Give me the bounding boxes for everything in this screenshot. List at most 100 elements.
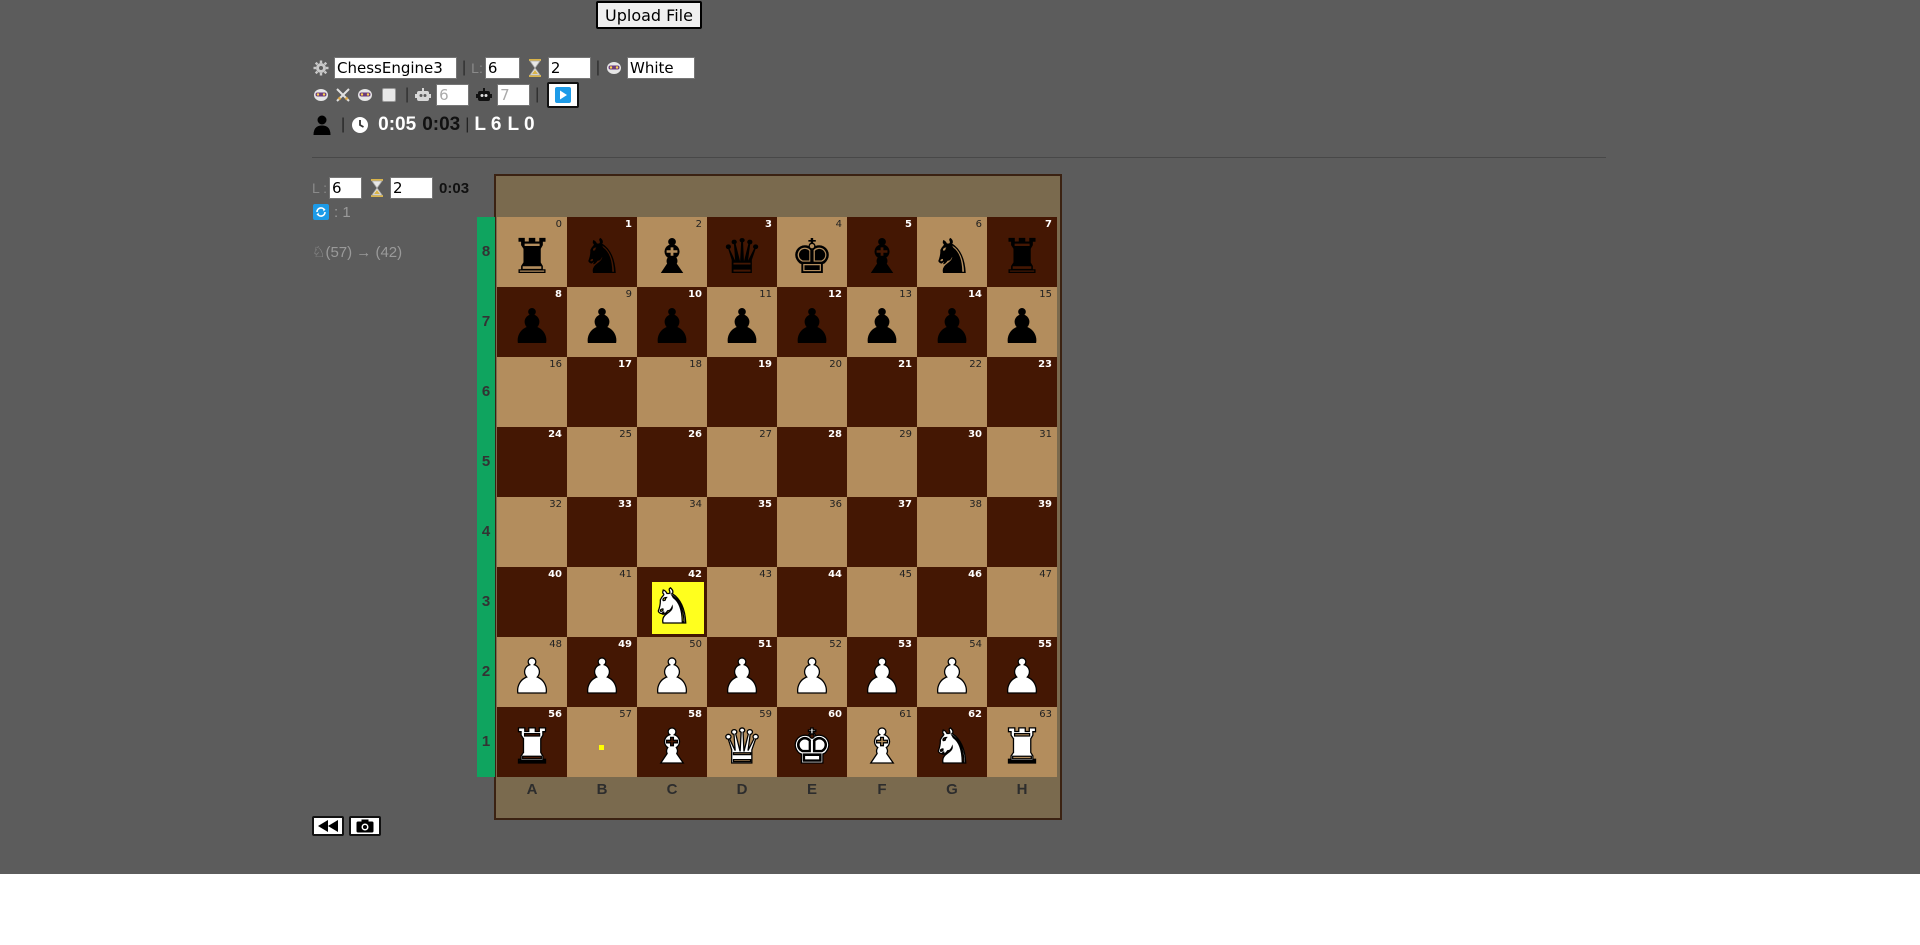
- board-square[interactable]: 45: [847, 567, 917, 637]
- board-square[interactable]: 37: [847, 497, 917, 567]
- screenshot-button[interactable]: [349, 816, 381, 836]
- robot-face-icon[interactable]: [356, 86, 374, 104]
- board-square[interactable]: 40: [497, 567, 567, 637]
- chess-piece[interactable]: ♜: [497, 719, 567, 775]
- chess-piece[interactable]: ♜: [987, 719, 1057, 775]
- board-square[interactable]: 7 ♜: [987, 217, 1057, 287]
- board-square[interactable]: 13 ♟: [847, 287, 917, 357]
- board-square[interactable]: 42 ♞: [637, 567, 707, 637]
- chess-piece[interactable]: ♞: [917, 719, 987, 775]
- board-square[interactable]: 8 ♟: [497, 287, 567, 357]
- board-square[interactable]: 50 ♟: [637, 637, 707, 707]
- chess-piece[interactable]: ♛: [707, 229, 777, 285]
- board-square[interactable]: 53 ♟: [847, 637, 917, 707]
- board-square[interactable]: 32: [497, 497, 567, 567]
- board-square[interactable]: 51 ♟: [707, 637, 777, 707]
- robot-level-input-1[interactable]: [436, 84, 470, 106]
- board-square[interactable]: 54 ♟: [917, 637, 987, 707]
- chess-piece[interactable]: ♟: [567, 299, 637, 355]
- board-square[interactable]: 19: [707, 357, 777, 427]
- chess-piece[interactable]: ♟: [567, 649, 637, 705]
- gear-icon[interactable]: [312, 59, 330, 77]
- board-square[interactable]: 55 ♟: [987, 637, 1057, 707]
- chess-piece[interactable]: ♞: [637, 579, 707, 635]
- board-square[interactable]: 26: [637, 427, 707, 497]
- board-square[interactable]: 44: [777, 567, 847, 637]
- chess-piece[interactable]: ♟: [917, 649, 987, 705]
- board-square[interactable]: 14 ♟: [917, 287, 987, 357]
- chess-piece[interactable]: ♟: [847, 299, 917, 355]
- board-square[interactable]: 25: [567, 427, 637, 497]
- board-square[interactable]: 1 ♞: [567, 217, 637, 287]
- upload-file-button[interactable]: Upload File: [596, 1, 702, 29]
- board-square[interactable]: 61 ♝: [847, 707, 917, 777]
- board-square[interactable]: 49 ♟: [567, 637, 637, 707]
- board-square[interactable]: 0 ♜: [497, 217, 567, 287]
- board-square[interactable]: 9 ♟: [567, 287, 637, 357]
- chess-piece[interactable]: ♜: [987, 229, 1057, 285]
- board-square[interactable]: 35: [707, 497, 777, 567]
- board-square[interactable]: 38: [917, 497, 987, 567]
- robot-level-input-2[interactable]: [497, 84, 531, 106]
- chess-piece[interactable]: ♚: [777, 719, 847, 775]
- crossed-swords-icon[interactable]: [334, 86, 352, 104]
- chess-piece[interactable]: ♞: [567, 229, 637, 285]
- chess-piece[interactable]: ♟: [497, 299, 567, 355]
- chess-piece[interactable]: ♟: [637, 299, 707, 355]
- board-square[interactable]: 10 ♟: [637, 287, 707, 357]
- board-square[interactable]: 63 ♜: [987, 707, 1057, 777]
- board-square[interactable]: 15 ♟: [987, 287, 1057, 357]
- chess-piece[interactable]: ♟: [987, 649, 1057, 705]
- board-square[interactable]: 21: [847, 357, 917, 427]
- chess-piece[interactable]: ♜: [497, 229, 567, 285]
- board-square[interactable]: 16: [497, 357, 567, 427]
- chess-piece[interactable]: ♟: [917, 299, 987, 355]
- board-square[interactable]: 3 ♛: [707, 217, 777, 287]
- board-square[interactable]: 11 ♟: [707, 287, 777, 357]
- board-square[interactable]: 56 ♜: [497, 707, 567, 777]
- robot-face-icon[interactable]: [312, 86, 330, 104]
- board-square[interactable]: 33: [567, 497, 637, 567]
- board-square[interactable]: 4 ♚: [777, 217, 847, 287]
- board-square[interactable]: 41: [567, 567, 637, 637]
- board-square[interactable]: 20: [777, 357, 847, 427]
- board-square[interactable]: 34: [637, 497, 707, 567]
- board-square[interactable]: 46: [917, 567, 987, 637]
- board-square[interactable]: 23: [987, 357, 1057, 427]
- chess-piece[interactable]: ♟: [847, 649, 917, 705]
- chess-piece[interactable]: ♟: [637, 649, 707, 705]
- board-square[interactable]: 60 ♚: [777, 707, 847, 777]
- engine-name-input[interactable]: [334, 57, 457, 79]
- autoplay-checkbox[interactable]: [382, 88, 396, 102]
- board-square[interactable]: 31: [987, 427, 1057, 497]
- panel-time-input[interactable]: [390, 177, 434, 199]
- board-square[interactable]: 12 ♟: [777, 287, 847, 357]
- engine-level-input[interactable]: [484, 57, 520, 79]
- chess-piece[interactable]: ♝: [637, 719, 707, 775]
- chess-piece[interactable]: ♟: [707, 299, 777, 355]
- chess-piece[interactable]: ♟: [497, 649, 567, 705]
- board-square[interactable]: 57: [567, 707, 637, 777]
- chess-piece[interactable]: ♟: [777, 299, 847, 355]
- board-square[interactable]: 28: [777, 427, 847, 497]
- chess-piece[interactable]: ♞: [917, 229, 987, 285]
- board-square[interactable]: 18: [637, 357, 707, 427]
- board-square[interactable]: 62 ♞: [917, 707, 987, 777]
- board-square[interactable]: 2 ♝: [637, 217, 707, 287]
- chess-piece[interactable]: ♟: [777, 649, 847, 705]
- board-square[interactable]: 43: [707, 567, 777, 637]
- chess-piece[interactable]: ♟: [707, 649, 777, 705]
- board-square[interactable]: 58 ♝: [637, 707, 707, 777]
- board-square[interactable]: 27: [707, 427, 777, 497]
- board-square[interactable]: 59 ♛: [707, 707, 777, 777]
- board-square[interactable]: 5 ♝: [847, 217, 917, 287]
- board-square[interactable]: 6 ♞: [917, 217, 987, 287]
- board-square[interactable]: 39: [987, 497, 1057, 567]
- chess-piece[interactable]: ♚: [777, 229, 847, 285]
- chess-piece[interactable]: ♝: [847, 719, 917, 775]
- chess-piece[interactable]: ♝: [637, 229, 707, 285]
- board-square[interactable]: 17: [567, 357, 637, 427]
- board-square[interactable]: 47: [987, 567, 1057, 637]
- panel-level-input[interactable]: [329, 177, 363, 199]
- board-square[interactable]: 52 ♟: [777, 637, 847, 707]
